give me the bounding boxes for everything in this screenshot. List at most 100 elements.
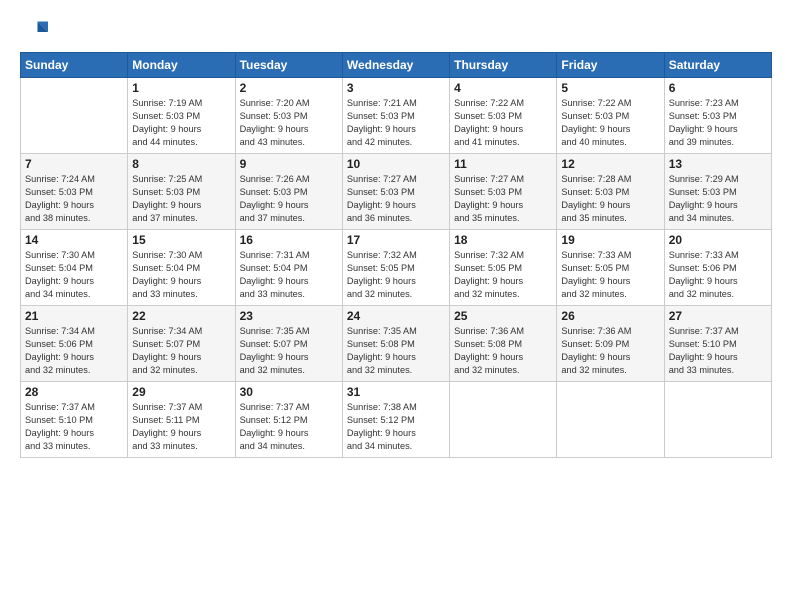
calendar-cell: 2Sunrise: 7:20 AM Sunset: 5:03 PM Daylig… [235, 78, 342, 154]
calendar-cell [450, 382, 557, 458]
weekday-header-friday: Friday [557, 53, 664, 78]
calendar-cell: 31 Sunrise: 7:38 AM Sunset: 5:12 PM Dayli… [342, 382, 449, 458]
day-number: 18 [454, 233, 552, 247]
day-number: 31 [347, 385, 445, 399]
day-number: 6 [669, 81, 767, 95]
header [20, 18, 772, 46]
day-info: Sunrise: 7:24 AM Sunset: 5:03 PM Dayligh… [25, 173, 123, 225]
weekday-header-saturday: Saturday [664, 53, 771, 78]
day-info: Sunrise: 7:19 AM Sunset: 5:03 PM Dayligh… [132, 97, 230, 149]
week-row-0: 1 Sunrise: 7:19 AM Sunset: 5:03 PM Daylig… [21, 78, 772, 154]
calendar-cell: 10 Sunrise: 7:27 AM Sunset: 5:03 PM Dayli… [342, 154, 449, 230]
day-info: Sunrise: 7:25 AM Sunset: 5:03 PM Dayligh… [132, 173, 230, 225]
calendar-cell: 18 Sunrise: 7:32 AM Sunset: 5:05 PM Dayli… [450, 230, 557, 306]
calendar-cell [21, 78, 128, 154]
day-info: Sunrise: 7:27 AM Sunset: 5:03 PM Dayligh… [347, 173, 445, 225]
calendar: SundayMondayTuesdayWednesdayThursdayFrid… [20, 52, 772, 458]
calendar-cell: 8 Sunrise: 7:25 AM Sunset: 5:03 PM Daylig… [128, 154, 235, 230]
day-info: Sunrise: 7:37 AM Sunset: 5:10 PM Dayligh… [25, 401, 123, 453]
calendar-cell: 25 Sunrise: 7:36 AM Sunset: 5:08 PM Dayli… [450, 306, 557, 382]
day-info: Sunrise: 7:21 AM Sunset: 5:03 PM Dayligh… [347, 97, 445, 149]
weekday-header-tuesday: Tuesday [235, 53, 342, 78]
day-info: Sunrise: 7:35 AM Sunset: 5:08 PM Dayligh… [347, 325, 445, 377]
day-info: Sunrise: 7:27 AM Sunset: 5:03 PM Dayligh… [454, 173, 552, 225]
logo [20, 18, 52, 46]
day-number: 21 [25, 309, 123, 323]
day-info: Sunrise: 7:34 AM Sunset: 5:07 PM Dayligh… [132, 325, 230, 377]
calendar-cell: 3 Sunrise: 7:21 AM Sunset: 5:03 PM Daylig… [342, 78, 449, 154]
calendar-cell: 5 Sunrise: 7:22 AM Sunset: 5:03 PM Daylig… [557, 78, 664, 154]
day-number: 27 [669, 309, 767, 323]
day-number: 11 [454, 157, 552, 171]
day-number: 25 [454, 309, 552, 323]
weekday-header-thursday: Thursday [450, 53, 557, 78]
calendar-cell: 21 Sunrise: 7:34 AM Sunset: 5:06 PM Dayli… [21, 306, 128, 382]
day-number: 28 [25, 385, 123, 399]
day-info: Sunrise: 7:30 AM Sunset: 5:04 PM Dayligh… [132, 249, 230, 301]
day-number: 30 [240, 385, 338, 399]
calendar-cell: 1 Sunrise: 7:19 AM Sunset: 5:03 PM Daylig… [128, 78, 235, 154]
day-info: Sunrise: 7:35 AM Sunset: 5:07 PM Dayligh… [240, 325, 338, 377]
calendar-cell: 14 Sunrise: 7:30 AM Sunset: 5:04 PM Dayli… [21, 230, 128, 306]
day-number: 29 [132, 385, 230, 399]
day-number: 2 [240, 81, 338, 95]
day-number: 7 [25, 157, 123, 171]
day-info: Sunrise: 7:33 AM Sunset: 5:05 PM Dayligh… [561, 249, 659, 301]
weekday-header-row: SundayMondayTuesdayWednesdayThursdayFrid… [21, 53, 772, 78]
weekday-header-wednesday: Wednesday [342, 53, 449, 78]
day-info: Sunrise: 7:22 AM Sunset: 5:03 PM Dayligh… [561, 97, 659, 149]
day-info: Sunrise: 7:37 AM Sunset: 5:10 PM Dayligh… [669, 325, 767, 377]
day-number: 26 [561, 309, 659, 323]
week-row-3: 21 Sunrise: 7:34 AM Sunset: 5:06 PM Dayli… [21, 306, 772, 382]
day-info: Sunrise: 7:28 AM Sunset: 5:03 PM Dayligh… [561, 173, 659, 225]
day-number: 17 [347, 233, 445, 247]
calendar-cell: 12 Sunrise: 7:28 AM Sunset: 5:03 PM Dayli… [557, 154, 664, 230]
day-number: 12 [561, 157, 659, 171]
calendar-cell: 6Sunrise: 7:23 AM Sunset: 5:03 PM Daylig… [664, 78, 771, 154]
calendar-cell: 9Sunrise: 7:26 AM Sunset: 5:03 PM Daylig… [235, 154, 342, 230]
day-info: Sunrise: 7:31 AM Sunset: 5:04 PM Dayligh… [240, 249, 338, 301]
calendar-cell: 23 Sunrise: 7:35 AM Sunset: 5:07 PM Dayli… [235, 306, 342, 382]
day-number: 22 [132, 309, 230, 323]
week-row-1: 7 Sunrise: 7:24 AM Sunset: 5:03 PM Daylig… [21, 154, 772, 230]
calendar-cell: 7 Sunrise: 7:24 AM Sunset: 5:03 PM Daylig… [21, 154, 128, 230]
calendar-cell: 28 Sunrise: 7:37 AM Sunset: 5:10 PM Dayli… [21, 382, 128, 458]
calendar-cell: 20 Sunrise: 7:33 AM Sunset: 5:06 PM Dayli… [664, 230, 771, 306]
day-info: Sunrise: 7:33 AM Sunset: 5:06 PM Dayligh… [669, 249, 767, 301]
calendar-cell [664, 382, 771, 458]
logo-icon [20, 18, 48, 46]
day-number: 19 [561, 233, 659, 247]
day-info: Sunrise: 7:36 AM Sunset: 5:08 PM Dayligh… [454, 325, 552, 377]
day-number: 3 [347, 81, 445, 95]
day-info: Sunrise: 7:37 AM Sunset: 5:12 PM Dayligh… [240, 401, 338, 453]
day-number: 13 [669, 157, 767, 171]
day-number: 20 [669, 233, 767, 247]
day-number: 5 [561, 81, 659, 95]
day-number: 9 [240, 157, 338, 171]
day-info: Sunrise: 7:36 AM Sunset: 5:09 PM Dayligh… [561, 325, 659, 377]
day-info: Sunrise: 7:22 AM Sunset: 5:03 PM Dayligh… [454, 97, 552, 149]
calendar-cell: 30 Sunrise: 7:37 AM Sunset: 5:12 PM Dayli… [235, 382, 342, 458]
day-number: 4 [454, 81, 552, 95]
day-number: 14 [25, 233, 123, 247]
calendar-cell: 24Sunrise: 7:35 AM Sunset: 5:08 PM Dayli… [342, 306, 449, 382]
weekday-header-monday: Monday [128, 53, 235, 78]
calendar-cell: 29 Sunrise: 7:37 AM Sunset: 5:11 PM Dayli… [128, 382, 235, 458]
day-info: Sunrise: 7:38 AM Sunset: 5:12 PM Dayligh… [347, 401, 445, 453]
day-info: Sunrise: 7:32 AM Sunset: 5:05 PM Dayligh… [454, 249, 552, 301]
calendar-cell: 11 Sunrise: 7:27 AM Sunset: 5:03 PM Dayli… [450, 154, 557, 230]
calendar-cell: 15Sunrise: 7:30 AM Sunset: 5:04 PM Dayli… [128, 230, 235, 306]
page: SundayMondayTuesdayWednesdayThursdayFrid… [0, 0, 792, 612]
week-row-2: 14 Sunrise: 7:30 AM Sunset: 5:04 PM Dayli… [21, 230, 772, 306]
day-number: 23 [240, 309, 338, 323]
day-number: 8 [132, 157, 230, 171]
weekday-header-sunday: Sunday [21, 53, 128, 78]
day-info: Sunrise: 7:30 AM Sunset: 5:04 PM Dayligh… [25, 249, 123, 301]
day-info: Sunrise: 7:32 AM Sunset: 5:05 PM Dayligh… [347, 249, 445, 301]
week-row-4: 28 Sunrise: 7:37 AM Sunset: 5:10 PM Dayli… [21, 382, 772, 458]
day-number: 1 [132, 81, 230, 95]
day-info: Sunrise: 7:37 AM Sunset: 5:11 PM Dayligh… [132, 401, 230, 453]
calendar-cell: 27 Sunrise: 7:37 AM Sunset: 5:10 PM Dayli… [664, 306, 771, 382]
day-number: 10 [347, 157, 445, 171]
day-info: Sunrise: 7:34 AM Sunset: 5:06 PM Dayligh… [25, 325, 123, 377]
